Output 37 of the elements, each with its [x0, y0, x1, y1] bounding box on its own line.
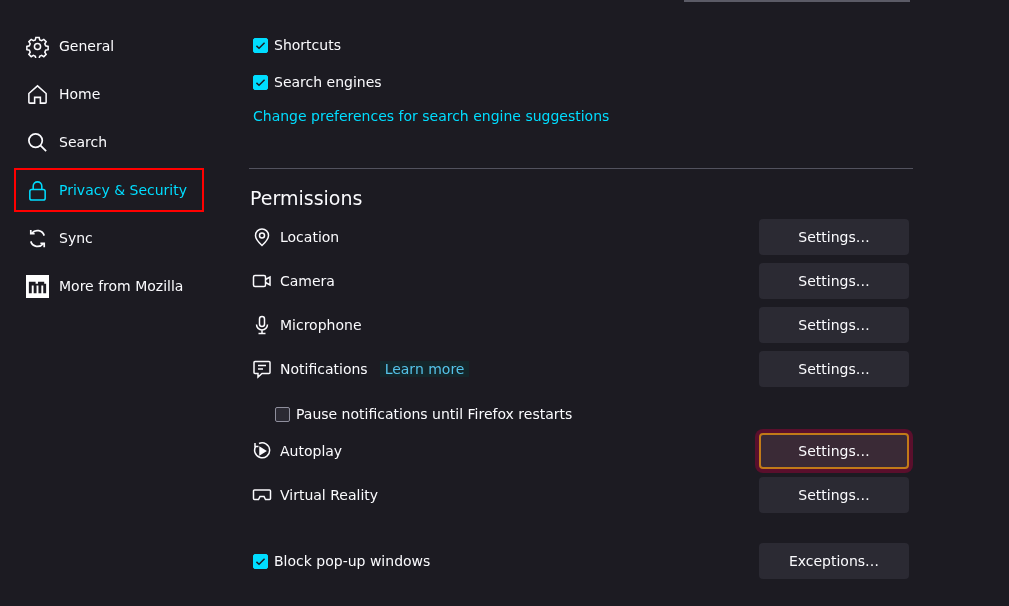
- sidebar-item[interactable]: More from Mozilla: [14, 264, 204, 308]
- settings-button[interactable]: Settings…: [759, 219, 909, 255]
- sidebar-item[interactable]: Search: [14, 120, 204, 164]
- section-title: Permissions: [250, 187, 364, 209]
- permission-label: Location: [280, 229, 340, 245]
- settings-button[interactable]: Settings…: [759, 351, 909, 387]
- learn-more-link[interactable]: Learn more: [379, 361, 470, 377]
- gear-icon: [26, 34, 49, 58]
- search-icon: [26, 130, 49, 154]
- checkbox[interactable]: [253, 553, 268, 569]
- permission-label: Camera: [280, 273, 335, 289]
- permission-label: Virtual Reality: [280, 487, 379, 503]
- permission-label: Microphone: [280, 317, 362, 333]
- suggestions-link[interactable]: Change preferences for search engine suggestions: [253, 108, 913, 124]
- settings-button[interactable]: Settings…: [759, 477, 909, 513]
- home-icon: [26, 82, 49, 106]
- settings-button[interactable]: Settings…: [759, 263, 909, 299]
- checkbox-option[interactable]: Pause notifications until Firefox restarts: [275, 395, 913, 433]
- checkbox-option[interactable]: Block pop-up windows: [253, 548, 431, 574]
- sidebar-item[interactable]: Home: [14, 72, 204, 116]
- exceptions-button[interactable]: Exceptions…: [759, 543, 909, 579]
- sidebar-item[interactable]: General: [14, 24, 204, 68]
- lock-icon: [26, 178, 49, 202]
- settings-button[interactable]: Settings…: [759, 307, 909, 343]
- sidebar-item[interactable]: Privacy & Security: [14, 168, 204, 212]
- checkbox-option[interactable]: Shortcuts: [253, 32, 913, 58]
- mozilla-logo-icon: [26, 274, 49, 298]
- permission-label: Autoplay: [280, 443, 343, 459]
- checkbox[interactable]: [253, 37, 268, 53]
- autoplay-icon: [252, 441, 272, 461]
- checkbox[interactable]: [275, 406, 290, 422]
- checkbox-option[interactable]: Search engines: [253, 69, 913, 95]
- permission-label: Notifications: [280, 361, 368, 377]
- message-icon: [252, 359, 272, 379]
- location-pin-icon: [252, 227, 272, 247]
- sidebar-item[interactable]: Sync: [14, 216, 204, 260]
- checkbox[interactable]: [253, 74, 268, 90]
